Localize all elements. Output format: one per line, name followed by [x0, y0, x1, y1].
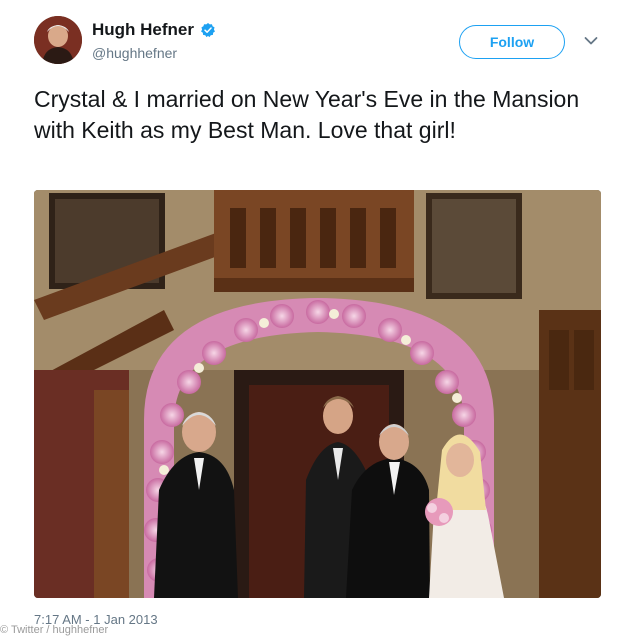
tweet-photo[interactable] — [34, 190, 601, 598]
avatar[interactable] — [34, 16, 82, 64]
photo-credit: © Twitter / hughhefner — [0, 624, 109, 636]
user-handle[interactable]: @hughhefner — [92, 45, 177, 61]
follow-button[interactable]: Follow — [459, 25, 565, 59]
user-name[interactable]: Hugh Hefner — [92, 20, 194, 40]
avatar-image — [34, 16, 82, 64]
user-name-row[interactable]: Hugh Hefner — [92, 20, 216, 40]
tweet-text: Crystal & I married on New Year's Eve in… — [34, 86, 580, 143]
wedding-photo-image — [34, 190, 601, 598]
verified-badge-icon — [201, 23, 215, 38]
chevron-down-icon[interactable] — [584, 36, 598, 46]
